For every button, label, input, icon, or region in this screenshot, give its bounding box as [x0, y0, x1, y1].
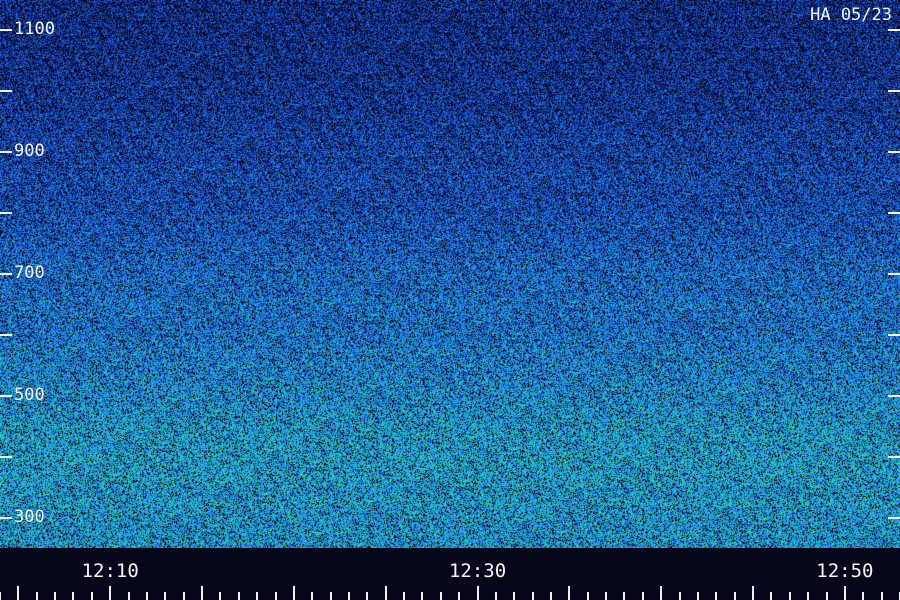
x-minor-tick	[696, 592, 699, 600]
x-tick-label: 12:50	[816, 560, 874, 582]
x-major-tick	[843, 586, 846, 600]
x-minor-tick	[862, 592, 865, 600]
y-tick-mark-left	[0, 333, 12, 336]
x-major-tick	[568, 586, 571, 600]
x-minor-tick	[623, 592, 626, 600]
x-minor-tick	[366, 592, 369, 600]
y-tick-label: 700	[14, 263, 45, 283]
y-tick-label: 900	[14, 141, 45, 162]
x-minor-tick	[256, 592, 259, 600]
x-minor-tick	[90, 592, 93, 600]
x-minor-tick	[531, 592, 534, 600]
y-tick-mark-right	[888, 516, 900, 519]
y-tick-mark-right	[888, 212, 900, 215]
y-tick-label: 500	[14, 384, 45, 405]
x-minor-tick	[715, 592, 718, 600]
x-minor-tick	[641, 592, 644, 600]
x-minor-tick	[550, 592, 553, 600]
x-minor-tick	[182, 592, 185, 600]
x-minor-tick	[237, 592, 240, 600]
y-tick-mark-left	[0, 455, 12, 458]
y-tick-mark-right	[888, 394, 900, 397]
x-minor-tick	[127, 592, 130, 600]
x-tick-label: 12:10	[81, 560, 139, 582]
x-minor-tick	[733, 592, 736, 600]
x-minor-tick	[35, 592, 38, 600]
x-minor-tick	[586, 592, 589, 600]
x-major-tick	[752, 586, 755, 600]
y-tick-mark-left	[0, 29, 12, 32]
x-major-tick	[476, 586, 479, 600]
y-tick-mark-left	[0, 516, 12, 519]
y-tick-mark-left	[0, 151, 12, 154]
x-tick-label: 12:30	[448, 560, 507, 582]
x-minor-tick	[880, 592, 883, 600]
y-tick-mark-right	[888, 333, 900, 336]
y-tick-mark-left	[0, 273, 12, 275]
x-minor-tick	[439, 592, 442, 600]
x-minor-tick	[0, 592, 1, 600]
x-major-tick	[17, 586, 20, 600]
x-minor-tick	[494, 592, 497, 600]
spectrogram-heatmap	[0, 0, 900, 548]
x-major-tick	[201, 586, 204, 600]
x-minor-tick	[770, 592, 773, 600]
y-tick-mark-left	[0, 90, 12, 93]
y-tick-mark-left	[0, 212, 12, 215]
x-minor-tick	[54, 592, 57, 600]
x-minor-tick	[347, 592, 350, 600]
y-tick-label: 1100	[14, 19, 55, 40]
x-minor-tick	[219, 592, 222, 600]
spectrogram-chart: 1100 900 700 500 300 12:10 12:30 12:50 HA 05/2…	[0, 0, 900, 600]
y-tick-mark-right	[888, 29, 900, 32]
x-minor-tick	[72, 592, 75, 600]
x-major-tick	[384, 586, 387, 600]
x-minor-tick	[311, 592, 314, 600]
y-tick-mark-right	[888, 455, 900, 458]
x-minor-tick	[788, 592, 791, 600]
x-minor-tick	[605, 592, 608, 600]
x-minor-tick	[678, 592, 681, 600]
x-minor-tick	[145, 592, 148, 600]
x-minor-tick	[458, 592, 461, 600]
x-minor-tick	[164, 592, 167, 600]
x-major-tick	[109, 586, 112, 600]
x-minor-tick	[513, 592, 516, 600]
y-tick-mark-right	[888, 90, 900, 93]
x-minor-tick	[807, 592, 810, 600]
x-minor-tick	[421, 592, 424, 600]
y-tick-mark-right	[888, 273, 900, 275]
x-minor-tick	[825, 592, 828, 600]
x-minor-tick	[329, 592, 332, 600]
x-minor-tick	[274, 592, 277, 600]
y-tick-label: 300	[14, 506, 45, 527]
y-tick-mark-right	[888, 151, 900, 154]
station-date-label: HA 05/23	[810, 5, 892, 25]
x-minor-tick	[403, 592, 406, 600]
x-major-tick	[292, 586, 295, 600]
x-major-tick	[660, 586, 663, 600]
y-tick-mark-left	[0, 394, 12, 397]
